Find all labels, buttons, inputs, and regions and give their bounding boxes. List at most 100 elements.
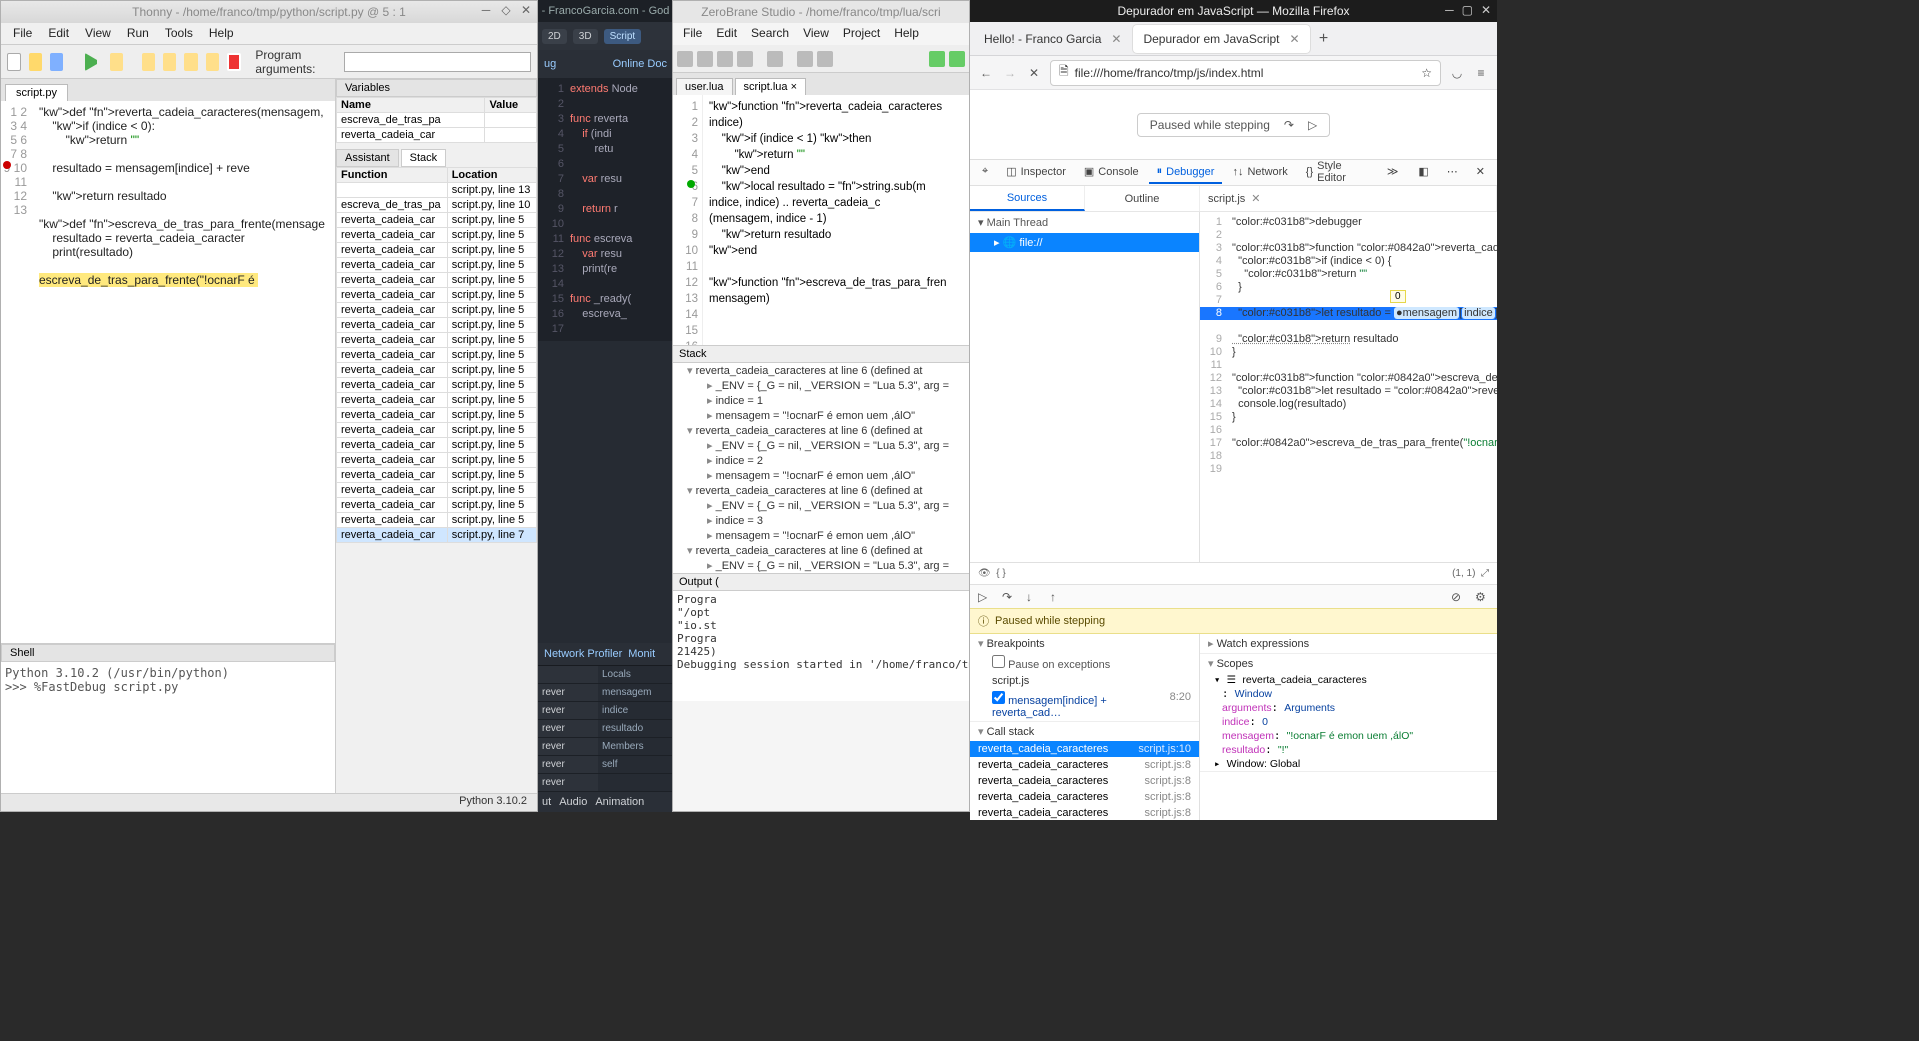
- resume-icon[interactable]: [206, 53, 219, 71]
- source-file[interactable]: ▸ 🌐 file://: [970, 233, 1199, 252]
- godot-foot-out[interactable]: ut: [542, 796, 551, 808]
- assistant-tab[interactable]: Assistant: [336, 149, 399, 167]
- stop-icon[interactable]: [227, 53, 241, 71]
- step-in-icon[interactable]: ↓: [1026, 590, 1040, 604]
- pocket-icon[interactable]: ◡: [1449, 65, 1465, 81]
- close-icon[interactable]: ✕: [1481, 3, 1491, 17]
- watch-section[interactable]: Watch expressions: [1200, 634, 1497, 654]
- godot-tab-bug[interactable]: ug: [544, 58, 556, 70]
- stack-var[interactable]: _ENV = {_G = nil, _VERSION = "Lua 5.3", …: [673, 558, 969, 573]
- scopes-section[interactable]: Scopes ▾ ☰ reverta_cadeia_caracteres : W…: [1200, 654, 1497, 772]
- local-var-row[interactable]: revermensagem: [538, 684, 673, 702]
- thonny-titlebar[interactable]: Thonny - /home/franco/tmp/python/script.…: [1, 1, 537, 23]
- stack-row[interactable]: reverta_cadeia_carscript.py, line 5: [337, 258, 537, 273]
- stack-row[interactable]: reverta_cadeia_carscript.py, line 5: [337, 363, 537, 378]
- save-file-icon[interactable]: [50, 53, 63, 71]
- close-tab-icon[interactable]: ✕: [1111, 32, 1121, 46]
- callstack-section[interactable]: Call stack reverta_cadeia_caracteresscri…: [970, 722, 1199, 820]
- stack-tab[interactable]: Stack: [401, 149, 447, 167]
- zbs-menu-view[interactable]: View: [799, 25, 833, 43]
- mode-3d[interactable]: 3D: [573, 29, 598, 44]
- js-editor[interactable]: 1 2 3 4 5 6 7 8 9 10 11 12 13 14 15 16 1…: [1200, 212, 1497, 562]
- variable-row[interactable]: escreva_de_tras_pa: [337, 113, 537, 128]
- dock-icon[interactable]: ◧: [1410, 161, 1436, 184]
- zbs-menu-help[interactable]: Help: [890, 25, 923, 43]
- stack-frame[interactable]: reverta_cadeia_caracteres at line 6 (def…: [673, 363, 969, 378]
- stack-row[interactable]: reverta_cadeia_carscript.py, line 5: [337, 288, 537, 303]
- stack-row[interactable]: reverta_cadeia_carscript.py, line 5: [337, 453, 537, 468]
- devtab-style[interactable]: {} Style Editor: [1298, 156, 1377, 190]
- devtab-network[interactable]: ↑↓ Network: [1224, 162, 1295, 184]
- settings-icon[interactable]: ⚙: [1475, 590, 1489, 604]
- deactivate-bp-icon[interactable]: ⊘: [1451, 590, 1465, 604]
- scopes-header[interactable]: Scopes: [1200, 654, 1497, 673]
- stack-row[interactable]: reverta_cadeia_carscript.py, line 5: [337, 243, 537, 258]
- step-out-icon[interactable]: ↑: [1050, 590, 1064, 604]
- url-field[interactable]: 🗎 file:///home/franco/tmp/js/index.html …: [1050, 60, 1441, 86]
- maximize-icon[interactable]: ▢: [1462, 3, 1473, 17]
- callstack-frame[interactable]: reverta_cadeia_caracteresscript.js:8: [970, 773, 1199, 789]
- godot-foot-anim[interactable]: Animation: [595, 796, 644, 808]
- subtab-sources[interactable]: Sources: [970, 186, 1085, 211]
- menu-view[interactable]: View: [79, 25, 117, 42]
- close-tab-icon[interactable]: ×: [791, 81, 797, 93]
- zbs-tab-user[interactable]: user.lua: [676, 78, 733, 95]
- variable-row[interactable]: reverta_cadeia_car: [337, 128, 537, 143]
- step-over-icon[interactable]: [142, 53, 155, 71]
- devtab-console[interactable]: ▣ Console: [1076, 161, 1147, 184]
- close-tab-icon[interactable]: ✕: [1251, 192, 1260, 205]
- mode-script[interactable]: Script: [604, 29, 642, 44]
- new-file-icon[interactable]: [7, 53, 21, 71]
- save-icon[interactable]: [717, 51, 733, 67]
- forward-icon[interactable]: →: [1002, 65, 1018, 81]
- picker-icon[interactable]: ⌖: [974, 161, 996, 184]
- stack-row[interactable]: reverta_cadeia_carscript.py, line 5: [337, 408, 537, 423]
- stack-row[interactable]: escreva_de_tras_pascript.py, line 10: [337, 198, 537, 213]
- js-code[interactable]: "color:#c031b8">debugger "color:#c031b8"…: [1230, 212, 1497, 454]
- more-icon[interactable]: ⋯: [1439, 161, 1466, 184]
- pause-exc-checkbox[interactable]: [992, 655, 1005, 668]
- brackets-icon[interactable]: { }: [996, 568, 1005, 579]
- replace-icon[interactable]: [817, 51, 833, 67]
- bp-checkbox[interactable]: [992, 691, 1005, 704]
- zbs-titlebar[interactable]: ZeroBrane Studio - /home/franco/tmp/lua/…: [673, 1, 969, 23]
- stack-row[interactable]: reverta_cadeia_carscript.py, line 5: [337, 318, 537, 333]
- maximize-icon[interactable]: ◇: [499, 3, 513, 17]
- open-file-icon[interactable]: [29, 53, 42, 71]
- sources-tree[interactable]: ▾ Main Thread ▸ 🌐 file://: [970, 212, 1200, 562]
- stack-frame[interactable]: reverta_cadeia_caracteres at line 6 (def…: [673, 543, 969, 558]
- step-icon[interactable]: ↷: [1284, 118, 1294, 132]
- zbs-menu-file[interactable]: File: [679, 25, 706, 43]
- mode-2d[interactable]: 2D: [542, 29, 567, 44]
- run-icon[interactable]: [929, 51, 945, 67]
- stack-row[interactable]: reverta_cadeia_carscript.py, line 5: [337, 348, 537, 363]
- stack-var[interactable]: _ENV = {_G = nil, _VERSION = "Lua 5.3", …: [673, 378, 969, 393]
- stack-var[interactable]: mensagem = "!ocnarF é emon uem ,álO": [673, 468, 969, 483]
- minimize-icon[interactable]: ─: [479, 3, 493, 17]
- step-over-icon[interactable]: ↷: [1002, 590, 1016, 604]
- stack-row[interactable]: reverta_cadeia_carscript.py, line 5: [337, 438, 537, 453]
- devtab-debugger[interactable]: ⏸ Debugger: [1149, 161, 1223, 184]
- ff-titlebar[interactable]: Depurador em JavaScript — Mozilla Firefo…: [970, 0, 1497, 22]
- step-out-icon[interactable]: [184, 53, 197, 71]
- menu-file[interactable]: File: [7, 25, 38, 42]
- devtab-more-icon[interactable]: ≫: [1379, 161, 1407, 184]
- godot-editor[interactable]: 1extends Node23func reverta4 if (indi5 r…: [538, 78, 673, 341]
- scope-var[interactable]: mensagem: "!ocnarF é emon uem ,álO": [1200, 729, 1497, 743]
- minimize-icon[interactable]: ─: [1445, 3, 1454, 17]
- godot-panel-mon[interactable]: Monit: [628, 648, 655, 660]
- stack-row[interactable]: reverta_cadeia_carscript.py, line 5: [337, 498, 537, 513]
- zbs-code[interactable]: "kw">function "fn">reverta_cadeia_caract…: [707, 95, 949, 311]
- stack-frame[interactable]: reverta_cadeia_caracteres at line 6 (def…: [673, 483, 969, 498]
- close-devtools-icon[interactable]: ✕: [1468, 161, 1493, 184]
- menu-edit[interactable]: Edit: [42, 25, 75, 42]
- run-icon[interactable]: [85, 53, 101, 71]
- back-icon[interactable]: ←: [978, 65, 994, 81]
- stack-row[interactable]: reverta_cadeia_carscript.py, line 5: [337, 393, 537, 408]
- local-var-row[interactable]: reverresultado: [538, 720, 673, 738]
- stack-frame[interactable]: reverta_cadeia_caracteres at line 6 (def…: [673, 423, 969, 438]
- projdir-icon[interactable]: [767, 51, 783, 67]
- play-icon[interactable]: ▷: [1308, 118, 1317, 132]
- lua-editor[interactable]: 1 2 3 4 5 6 7 8 9 10 11 12 13 14 15 16 "…: [673, 95, 969, 345]
- zbs-tab-script[interactable]: script.lua ×: [735, 78, 807, 95]
